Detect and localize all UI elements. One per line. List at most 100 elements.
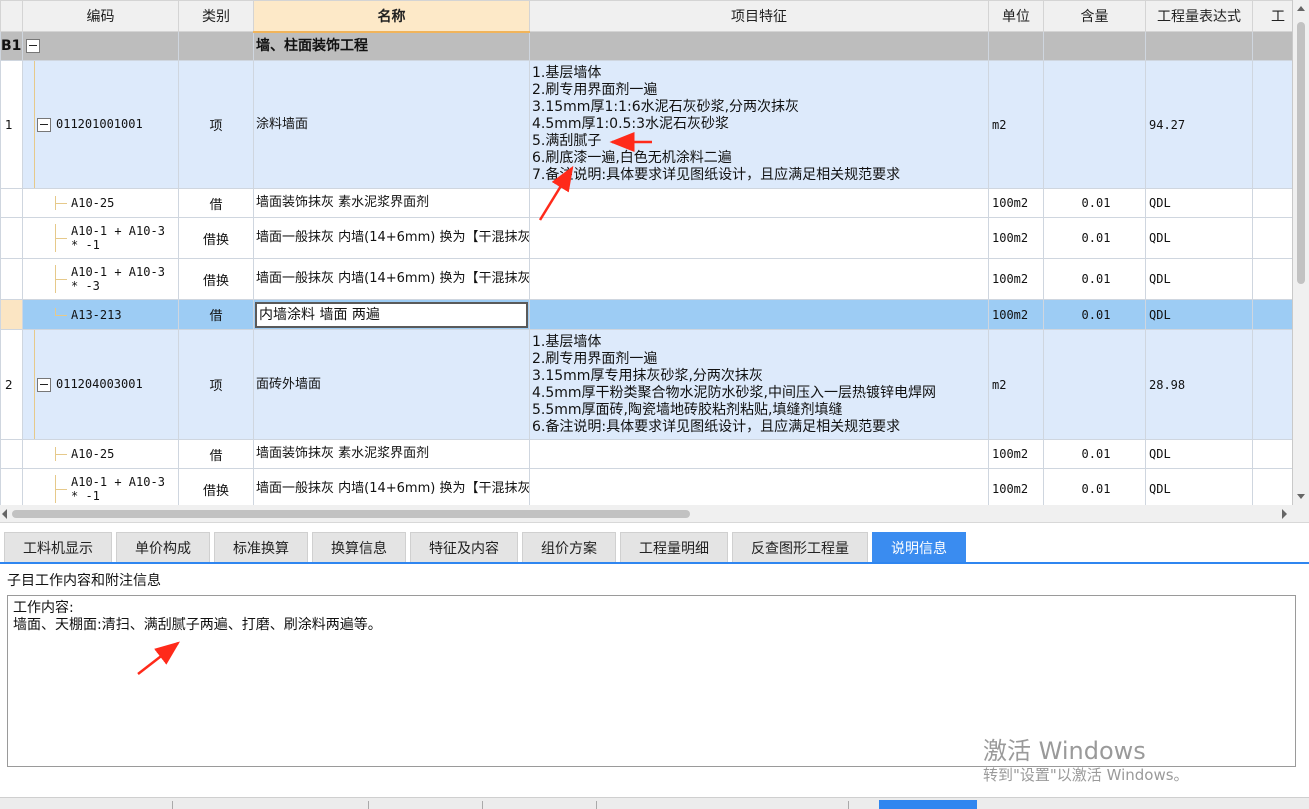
quota-code[interactable]: A13-213 — [71, 308, 122, 322]
quota-unit[interactable]: 100m2 — [988, 468, 1044, 505]
section-name[interactable]: 墙、柱面装饰工程 — [253, 31, 530, 61]
header-row: 编码 类别 名称 项目特征 单位 含量 工程量表达式 工 — [0, 0, 1292, 33]
quota-unit[interactable]: 100m2 — [988, 217, 1044, 259]
item-name[interactable]: 涂料墙面 — [253, 60, 530, 189]
table-row[interactable]: A10-1 + A10-3 * -1 借换 墙面一般抹灰 内墙(14+6mm) … — [0, 468, 1292, 505]
quota-code[interactable]: A10-1 + A10-3 * -1 — [71, 475, 165, 503]
item-name[interactable]: 面砖外墙面 — [253, 329, 530, 440]
quota-unit[interactable]: 100m2 — [988, 299, 1044, 330]
tab-labor-material[interactable]: 工料机显示 — [4, 532, 112, 562]
header-code[interactable]: 编码 — [22, 0, 179, 32]
item-features[interactable]: 1.基层墙体 2.刷专用界面剂一遍 3.15mm厚专用抹灰砂浆,分两次抹灰 4.… — [529, 329, 989, 440]
header-expression[interactable]: 工程量表达式 — [1145, 0, 1253, 32]
quota-type[interactable]: 借换 — [178, 217, 254, 259]
item-expression[interactable]: 94.27 — [1145, 60, 1253, 189]
horizontal-scrollbar[interactable] — [0, 505, 1309, 523]
quota-grid[interactable]: 编码 类别 名称 项目特征 单位 含量 工程量表达式 工 B1 墙、柱面装饰工程 — [0, 0, 1293, 505]
row-number: B1 — [0, 31, 23, 61]
item-type[interactable]: 项 — [178, 60, 254, 189]
quota-content[interactable]: 0.01 — [1043, 258, 1146, 300]
quota-content[interactable]: 0.01 — [1043, 439, 1146, 469]
quota-expression[interactable]: QDL — [1145, 299, 1253, 330]
table-row[interactable]: 1 011201001001 项 涂料墙面 1.基层墙体 2.刷专用界面剂一遍 … — [0, 60, 1292, 189]
quota-name[interactable]: 墙面一般抹灰 内墙(14+6mm) 换为【干混抹灰砂浆 DP M20】 实际厚度… — [253, 217, 530, 259]
status-bar — [0, 797, 1309, 809]
quota-code[interactable]: A10-25 — [71, 196, 114, 210]
quota-type[interactable]: 借 — [178, 188, 254, 218]
tab-pricing-plan[interactable]: 组价方案 — [522, 532, 616, 562]
item-features[interactable]: 1.基层墙体 2.刷专用界面剂一遍 3.15mm厚1:1:6水泥石灰砂浆,分两次… — [529, 60, 989, 189]
tab-conversion-info[interactable]: 换算信息 — [312, 532, 406, 562]
panel-line: 工作内容: — [13, 600, 74, 616]
quota-name[interactable]: 墙面装饰抹灰 素水泥浆界面剂 — [253, 188, 530, 218]
header-unit[interactable]: 单位 — [988, 0, 1044, 32]
quota-type[interactable]: 借换 — [178, 468, 254, 505]
tab-reverse-lookup[interactable]: 反查图形工程量 — [732, 532, 868, 562]
scroll-thumb[interactable] — [12, 510, 690, 518]
header-content[interactable]: 含量 — [1043, 0, 1146, 32]
activation-watermark: 激活 Windows — [983, 737, 1146, 765]
quota-type[interactable]: 借 — [178, 439, 254, 469]
header-type[interactable]: 类别 — [178, 0, 254, 32]
quota-name[interactable]: 墙面一般抹灰 内墙(14+6mm) 换为【干混抹灰砂浆 DP M20】 实际厚度… — [253, 468, 530, 505]
bottom-tabbar: 工料机显示 单价构成 标准换算 换算信息 特征及内容 组价方案 工程量明细 反查… — [0, 528, 1309, 564]
activation-watermark-hint: 转到"设置"以激活 Windows。 — [983, 766, 1189, 784]
row-number: 1 — [0, 60, 23, 189]
table-row[interactable]: A10-25 借 墙面装饰抹灰 素水泥浆界面剂 100m2 0.01 QDL — [0, 188, 1292, 218]
quota-expression[interactable]: QDL — [1145, 217, 1253, 259]
table-row[interactable]: A10-25 借 墙面装饰抹灰 素水泥浆界面剂 100m2 0.01 QDL — [0, 439, 1292, 469]
tab-unit-price[interactable]: 单价构成 — [116, 532, 210, 562]
quota-unit[interactable]: 100m2 — [988, 439, 1044, 469]
header-name[interactable]: 名称 — [253, 0, 530, 33]
scroll-right-icon[interactable] — [1282, 509, 1287, 519]
collapse-icon[interactable] — [37, 117, 51, 132]
quota-unit[interactable]: 100m2 — [988, 188, 1044, 218]
quota-expression[interactable]: QDL — [1145, 258, 1253, 300]
row-number: 2 — [0, 329, 23, 440]
selected-row[interactable]: A13-213 借 内墙涂料 墙面 两遍 100m2 0.01 QDL — [0, 299, 1292, 330]
tab-description[interactable]: 说明信息 — [872, 532, 966, 562]
quota-code[interactable]: A10-1 + A10-3 * -3 — [71, 265, 165, 293]
table-row[interactable]: A10-1 + A10-3 * -3 借换 墙面一般抹灰 内墙(14+6mm) … — [0, 258, 1292, 300]
scroll-left-icon[interactable] — [2, 509, 7, 519]
scroll-up-icon[interactable] — [1297, 6, 1305, 11]
collapse-icon[interactable] — [26, 39, 40, 53]
scroll-down-icon[interactable] — [1297, 494, 1305, 499]
quota-code[interactable]: A10-25 — [71, 447, 114, 461]
item-unit[interactable]: m2 — [988, 60, 1044, 189]
item-code[interactable]: 011204003001 — [56, 377, 143, 391]
item-expression[interactable]: 28.98 — [1145, 329, 1253, 440]
quota-content[interactable]: 0.01 — [1043, 468, 1146, 505]
table-row[interactable]: 2 011204003001 项 面砖外墙面 1.基层墙体 2.刷专用界面剂一遍… — [0, 329, 1292, 440]
section-row[interactable]: B1 墙、柱面装饰工程 — [0, 31, 1292, 61]
quota-type[interactable]: 借换 — [178, 258, 254, 300]
tab-quantity-detail[interactable]: 工程量明细 — [620, 532, 728, 562]
header-features[interactable]: 项目特征 — [529, 0, 989, 32]
tab-features-content[interactable]: 特征及内容 — [410, 532, 518, 562]
table-row[interactable]: A10-1 + A10-3 * -1 借换 墙面一般抹灰 内墙(14+6mm) … — [0, 217, 1292, 259]
panel-title: 子目工作内容和附注信息 — [7, 573, 161, 589]
quota-code[interactable]: A10-1 + A10-3 * -1 — [71, 224, 165, 252]
quota-expression[interactable]: QDL — [1145, 188, 1253, 218]
quota-name[interactable]: 墙面一般抹灰 内墙(14+6mm) 换为【干混抹灰砂浆 DP M20】 实际厚度… — [253, 258, 530, 300]
collapse-icon[interactable] — [37, 377, 51, 392]
quota-name[interactable]: 墙面装饰抹灰 素水泥浆界面剂 — [253, 439, 530, 469]
quota-content[interactable]: 0.01 — [1043, 217, 1146, 259]
quota-type[interactable]: 借 — [178, 299, 254, 330]
quota-expression[interactable]: QDL — [1145, 468, 1253, 505]
tab-standard-conversion[interactable]: 标准换算 — [214, 532, 308, 562]
vertical-scrollbar[interactable] — [1293, 0, 1309, 505]
quota-name-editor[interactable]: 内墙涂料 墙面 两遍 — [255, 301, 528, 328]
scroll-thumb[interactable] — [1297, 22, 1305, 284]
item-type[interactable]: 项 — [178, 329, 254, 440]
quota-expression[interactable]: QDL — [1145, 439, 1253, 469]
quota-unit[interactable]: 100m2 — [988, 258, 1044, 300]
header-more[interactable]: 工 — [1252, 0, 1292, 32]
item-unit[interactable]: m2 — [988, 329, 1044, 440]
quota-content[interactable]: 0.01 — [1043, 188, 1146, 218]
status-indicator[interactable] — [879, 800, 977, 809]
quota-table: 编码 类别 名称 项目特征 单位 含量 工程量表达式 工 B1 墙、柱面装饰工程 — [0, 0, 1292, 505]
quota-content[interactable]: 0.01 — [1043, 299, 1146, 330]
item-code[interactable]: 011201001001 — [56, 117, 143, 131]
panel-line: 墙面、天棚面:清扫、满刮腻子两遍、打磨、刷涂料两遍等。 — [13, 617, 382, 633]
